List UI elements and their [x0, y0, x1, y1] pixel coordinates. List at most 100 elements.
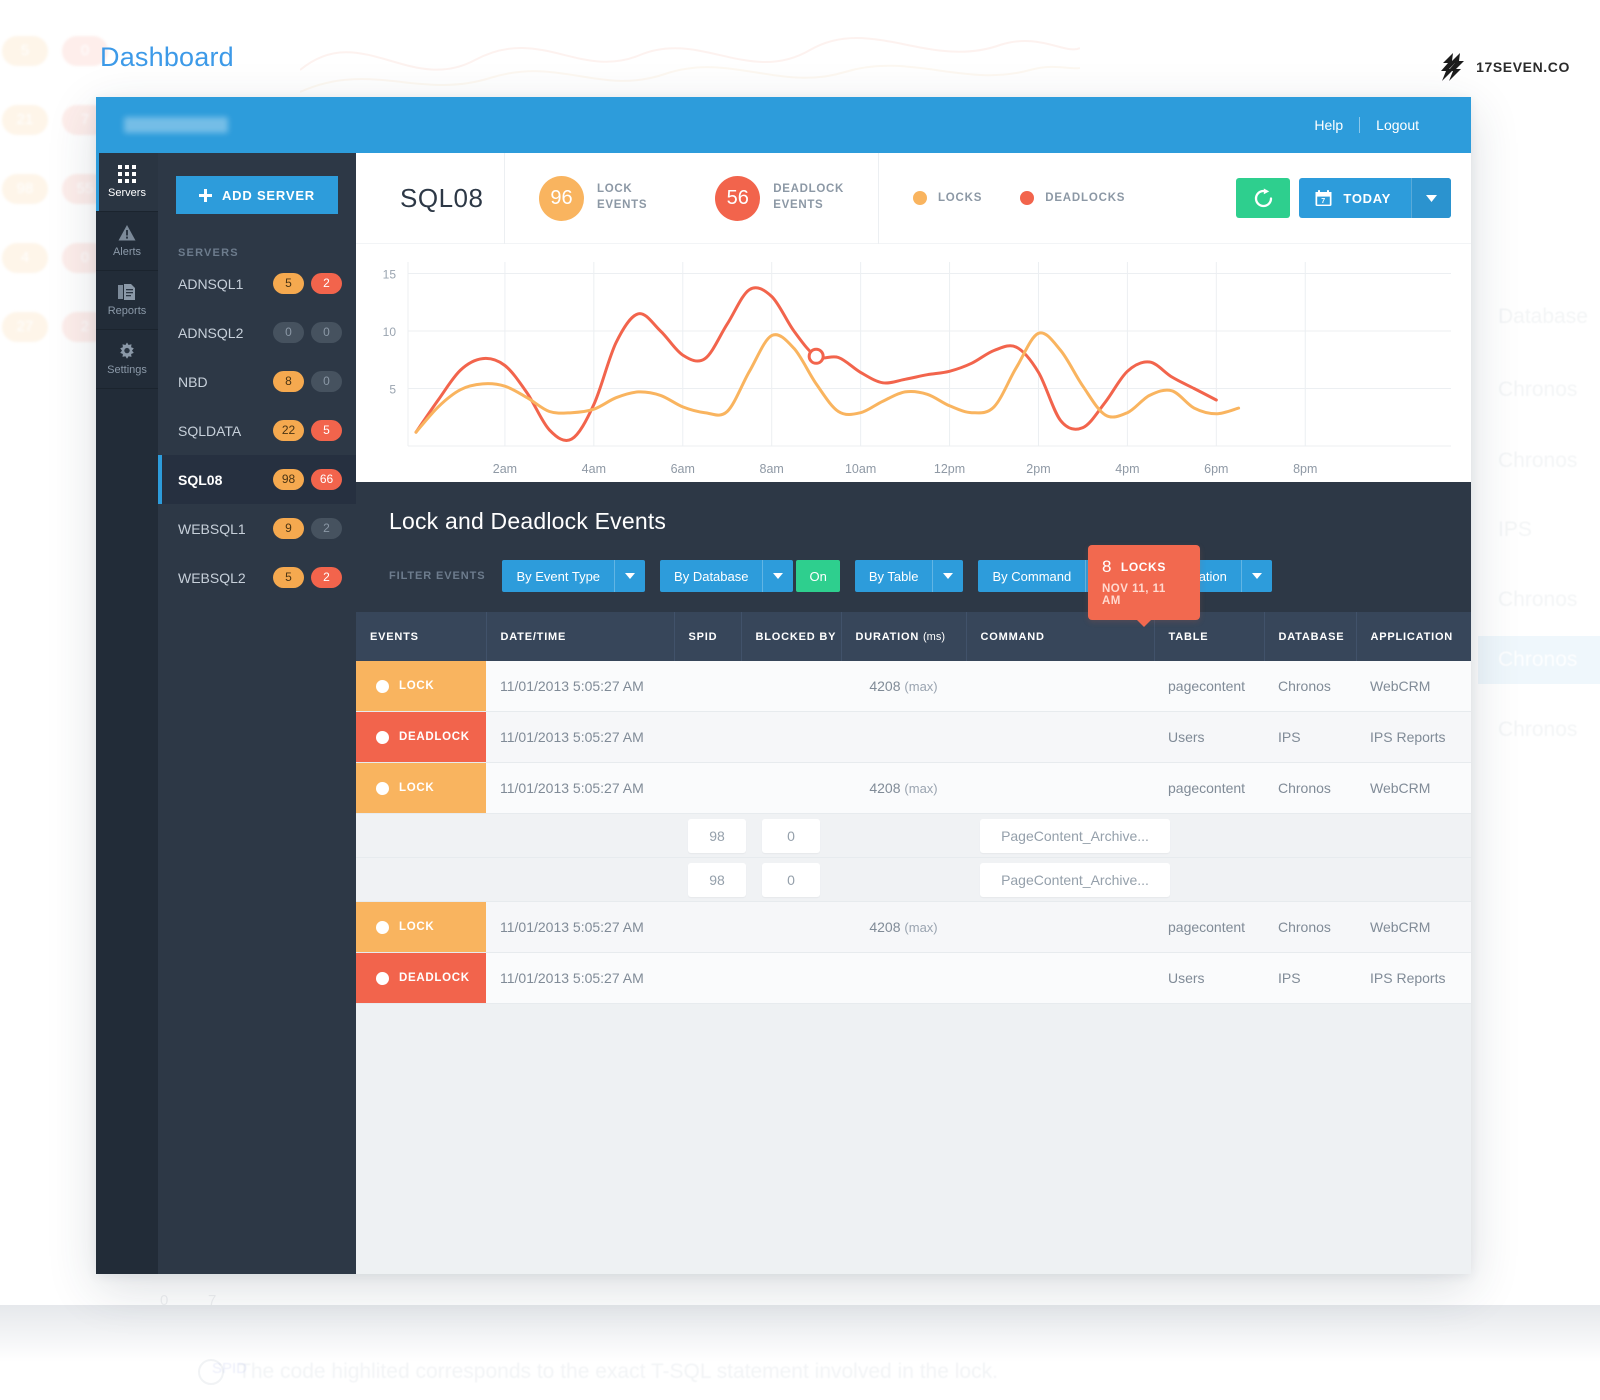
- table-row[interactable]: LOCK 11/01/2013 5:05:27 AM 4208 (max) pagec…: [356, 661, 1471, 712]
- table-row[interactable]: DEADLOCK 11/01/2013 5:05:27 AM Users IPS IP…: [356, 711, 1471, 763]
- table-header-text: DATABASE: [1278, 630, 1345, 643]
- date-range-main[interactable]: 7 TODAY: [1299, 178, 1411, 218]
- ghost-small-text: SPID: [212, 1360, 248, 1377]
- blocked-by-pill[interactable]: 0: [762, 862, 820, 897]
- legend-deadlocks[interactable]: DEADLOCKS: [1020, 191, 1125, 205]
- sidebar-item-sql08[interactable]: SQL08 98 66: [158, 455, 356, 504]
- add-server-button[interactable]: ADD SERVER: [176, 176, 338, 214]
- cell-events: [356, 813, 486, 858]
- filter-label[interactable]: By Database: [660, 560, 763, 592]
- cell-spid: [674, 762, 741, 814]
- cell-spid: 98: [674, 813, 746, 858]
- cell-events[interactable]: DEADLOCK: [356, 952, 486, 1004]
- filter-caret[interactable]: [762, 560, 794, 592]
- ghost-text: Chronos: [1498, 648, 1578, 671]
- cell-database: [1264, 857, 1356, 902]
- metric-deadlock-label-line2: EVENTS: [773, 199, 824, 211]
- filter-label[interactable]: By Event Type: [502, 560, 615, 592]
- chevron-down-icon: [773, 573, 784, 579]
- rail-item-alerts[interactable]: Alerts: [96, 212, 158, 271]
- table-row[interactable]: DEADLOCK 11/01/2013 5:05:27 AM Users IPS IP…: [356, 952, 1471, 1004]
- cell-spid: [674, 711, 741, 763]
- legend-locks[interactable]: LOCKS: [912, 191, 982, 205]
- server-list: ADNSQL1 5 2 ADNSQL2 0 0 NBD 8 0 SQLDATA 22 5 SQL08 98…: [158, 259, 356, 602]
- brand: 17SEVEN.CO: [1440, 52, 1570, 82]
- filter-label[interactable]: By Command: [978, 560, 1086, 592]
- table-header-duration[interactable]: DURATION (ms): [841, 612, 967, 661]
- event-type-label: DEADLOCK: [399, 972, 470, 984]
- refresh-button[interactable]: [1236, 178, 1291, 218]
- filter-label[interactable]: By Table: [854, 560, 933, 592]
- ghost-text: IPS: [1498, 518, 1532, 541]
- cell-database: IPS: [1264, 711, 1356, 763]
- metric-deadlock-label-line1: DEADLOCK: [773, 183, 844, 196]
- cell-application: WebCRM: [1356, 762, 1471, 814]
- duration-value: 4208: [869, 780, 901, 796]
- cell-command: [966, 762, 1154, 814]
- cell-table: [1154, 813, 1264, 858]
- table-row[interactable]: LOCK 11/01/2013 5:05:27 AM 4208 (max) pagec…: [356, 762, 1471, 814]
- filter-group: By Event Type: [502, 560, 660, 592]
- table-header-datetime[interactable]: DATE/TIME: [486, 612, 675, 661]
- sidebar-item-sqldata[interactable]: SQLDATA 22 5: [158, 406, 356, 455]
- cell-duration: 4208 (max): [841, 901, 966, 953]
- metric-lock-label-line1: LOCK: [597, 183, 633, 196]
- logout-link[interactable]: Logout: [1360, 117, 1435, 133]
- chart-area[interactable]: 5 10 15 2am 4am 6am 8am 10am 12pm 2pm 4pm 6pm 8pm 8 …: [356, 244, 1471, 627]
- command-pill[interactable]: PageContent_Archive...: [980, 862, 1170, 897]
- command-pill[interactable]: PageContent_Archive...: [980, 818, 1170, 853]
- table-row-detail[interactable]: 98 0 PageContent_Archive...: [356, 813, 1471, 858]
- cell-events[interactable]: LOCK: [356, 762, 486, 814]
- cell-events[interactable]: LOCK: [356, 901, 486, 953]
- svg-text:2am: 2am: [493, 462, 517, 476]
- server-name: WEBSQL2: [178, 569, 246, 586]
- table-row[interactable]: LOCK 11/01/2013 5:05:27 AM 4208 (max) pagec…: [356, 901, 1471, 953]
- date-range-button[interactable]: 7 TODAY: [1299, 178, 1451, 218]
- sidebar-item-websql2[interactable]: WEBSQL2 5 2: [158, 553, 356, 602]
- server-deadlock-badge: 0: [311, 322, 342, 343]
- table-header-text: DATE/TIME: [500, 630, 567, 643]
- spid-pill[interactable]: 98: [688, 818, 746, 853]
- filter-caret[interactable]: [1240, 560, 1272, 592]
- metric-lock-value: 96: [539, 175, 584, 221]
- rail-item-settings[interactable]: Settings: [96, 330, 158, 389]
- table-header-application[interactable]: APPLICATION: [1356, 612, 1471, 661]
- server-lock-badge: 22: [273, 420, 304, 441]
- svg-text:10: 10: [383, 325, 397, 339]
- app-window: Help Logout Servers Alerts Reports Setti…: [96, 97, 1471, 1274]
- sidebar-item-websql1[interactable]: WEBSQL1 9 2: [158, 504, 356, 553]
- calendar-icon: 7: [1315, 189, 1332, 206]
- table-header-events[interactable]: EVENTS: [356, 612, 487, 661]
- table-header-spid[interactable]: SPID: [674, 612, 742, 661]
- legend-dot-deadlocks-icon: [1020, 191, 1035, 205]
- cell-events[interactable]: LOCK: [356, 661, 486, 712]
- filter-by-table[interactable]: By Table: [854, 560, 964, 592]
- cell-application: WebCRM: [1356, 661, 1471, 712]
- sidebar-item-adnsql2[interactable]: ADNSQL2 0 0: [158, 308, 356, 357]
- spid-pill[interactable]: 98: [688, 862, 746, 897]
- ghost-chart-curve: [300, 36, 1080, 93]
- table-row-detail[interactable]: 98 0 PageContent_Archive...: [356, 857, 1471, 902]
- filter-caret[interactable]: [614, 560, 646, 592]
- sidebar-item-nbd[interactable]: NBD 8 0: [158, 357, 356, 406]
- table-header-database[interactable]: DATABASE: [1264, 612, 1357, 661]
- table-header-blocked_by[interactable]: BLOCKED BY: [741, 612, 842, 661]
- help-link[interactable]: Help: [1298, 117, 1359, 133]
- sidebar-item-adnsql1[interactable]: ADNSQL1 5 2: [158, 259, 356, 308]
- cell-duration: [841, 952, 966, 1004]
- filter-group: By Database On: [660, 560, 840, 592]
- filter-by-event-type[interactable]: By Event Type: [502, 560, 646, 592]
- rail-item-reports[interactable]: Reports: [96, 271, 158, 330]
- cell-table: pagecontent: [1154, 661, 1264, 712]
- chevron-down-icon: [1426, 194, 1437, 202]
- cell-spid: 98: [674, 857, 746, 902]
- chevron-down-icon: [943, 573, 954, 579]
- filter-by-database[interactable]: By Database: [660, 560, 794, 592]
- date-range-caret[interactable]: [1411, 178, 1451, 218]
- blocked-by-pill[interactable]: 0: [762, 818, 820, 853]
- filter-caret[interactable]: [932, 560, 964, 592]
- metric-deadlock-events: 56 DEADLOCK EVENTS: [681, 153, 878, 244]
- filter-toggle-on[interactable]: On: [796, 560, 840, 592]
- rail-item-servers[interactable]: Servers: [96, 153, 158, 212]
- cell-events[interactable]: DEADLOCK: [356, 711, 486, 763]
